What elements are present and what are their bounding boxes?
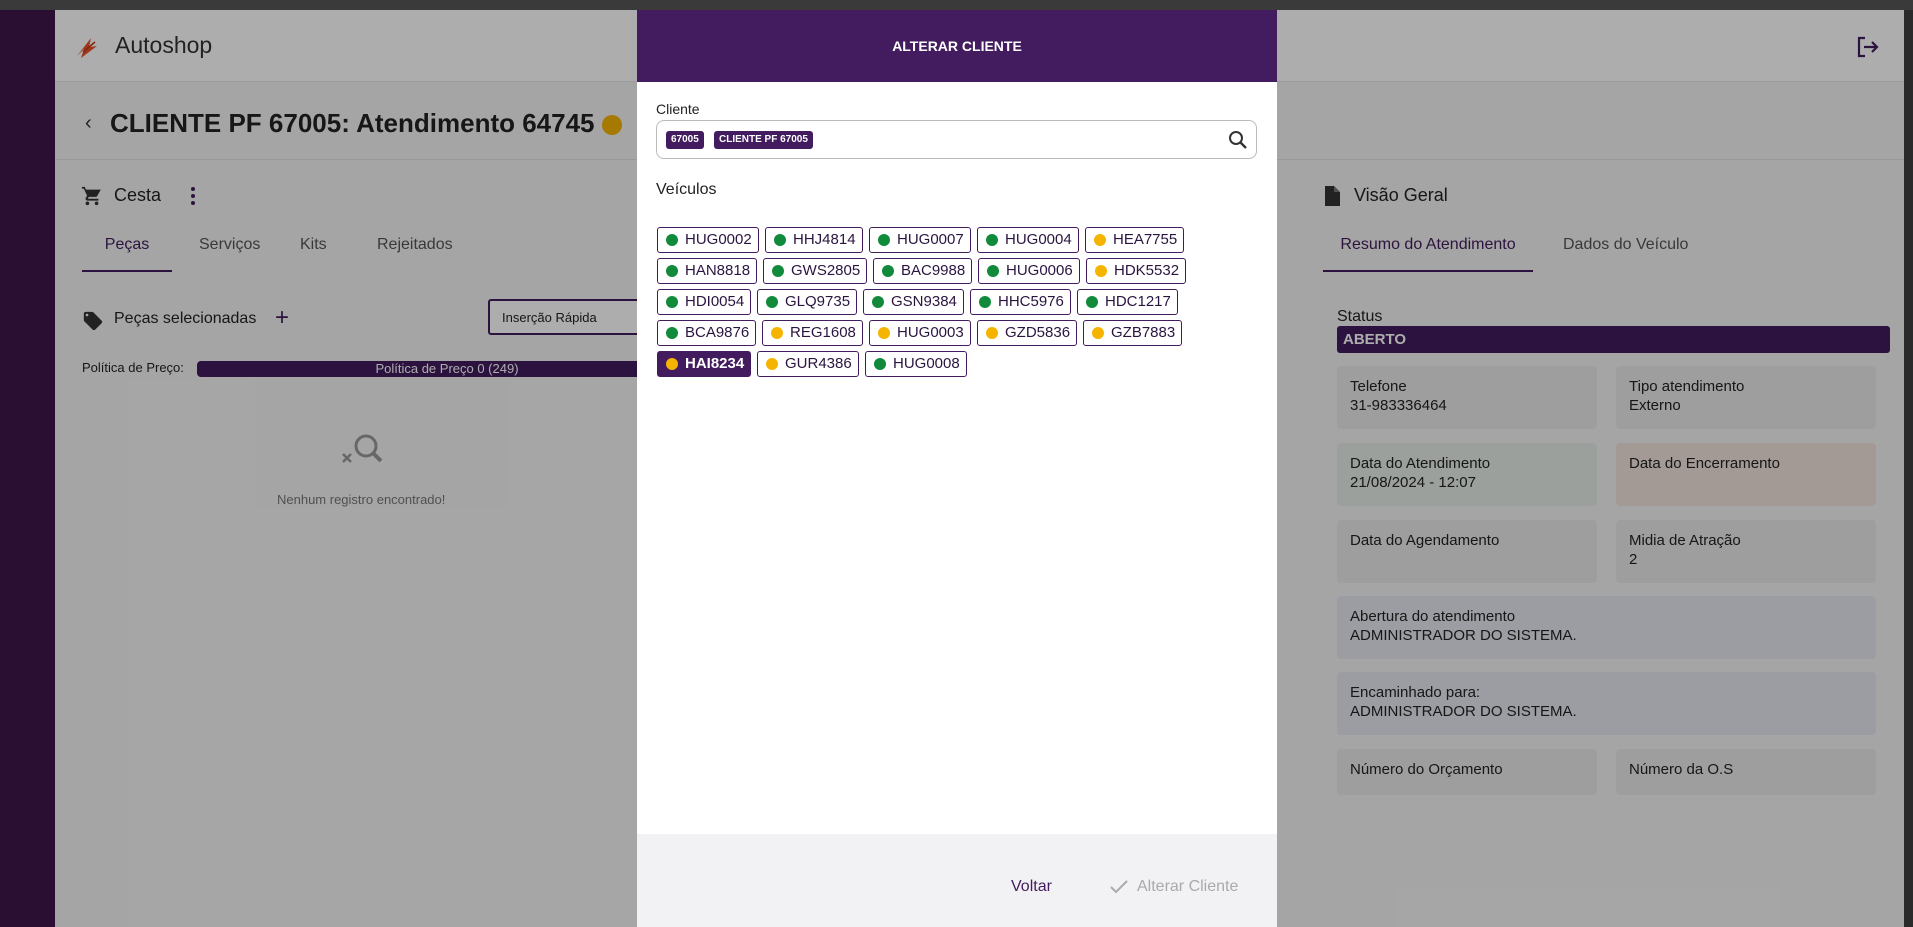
vehicle-status-dot — [666, 358, 678, 370]
vehicle-plate: HDI0054 — [685, 293, 745, 310]
vehicle-chip-reg1608[interactable]: REG1608 — [762, 320, 863, 346]
cliente-code-chip[interactable]: 67005 — [666, 131, 704, 149]
voltar-button[interactable]: Voltar — [1011, 878, 1052, 896]
vehicle-status-dot — [874, 358, 886, 370]
vehicle-chip-bca9876[interactable]: BCA9876 — [657, 320, 757, 346]
vehicle-status-dot — [872, 296, 884, 308]
vehicle-chip-hdc1217[interactable]: HDC1217 — [1077, 289, 1178, 315]
vehicle-chip-hug0006[interactable]: HUG0006 — [978, 258, 1080, 284]
check-icon — [1110, 880, 1128, 894]
browser-top-strip — [0, 0, 1913, 10]
vehicle-chip-gzd5836[interactable]: GZD5836 — [977, 320, 1078, 346]
vehicle-status-dot — [1094, 234, 1106, 246]
vehicle-chip-glq9735[interactable]: GLQ9735 — [757, 289, 858, 315]
vehicle-chip-hdi0054[interactable]: HDI0054 — [657, 289, 752, 315]
vehicle-chip-bac9988[interactable]: BAC9988 — [873, 258, 973, 284]
vehicle-status-dot — [666, 296, 678, 308]
vehicle-chip-hea7755[interactable]: HEA7755 — [1085, 227, 1185, 253]
vehicle-status-dot — [774, 234, 786, 246]
vehicle-status-dot — [1092, 327, 1104, 339]
vehicle-plate: GWS2805 — [791, 262, 861, 279]
vehicle-plate: GUR4386 — [785, 355, 852, 372]
vehicle-status-dot — [772, 265, 784, 277]
vehicle-status-dot — [882, 265, 894, 277]
vehicle-plate: HAN8818 — [685, 262, 751, 279]
vehicle-plate: BAC9988 — [901, 262, 966, 279]
vehicle-status-dot — [666, 327, 678, 339]
vehicle-plate: HUG0008 — [893, 355, 960, 372]
vehicle-status-dot — [986, 234, 998, 246]
vehicle-chip-hug0004[interactable]: HUG0004 — [977, 227, 1079, 253]
cliente-search-field[interactable]: 67005 CLIENTE PF 67005 — [656, 120, 1257, 159]
right-gutter — [1904, 10, 1913, 927]
vehicle-plate: HDC1217 — [1105, 293, 1171, 310]
vehicle-chip-hug0003[interactable]: HUG0003 — [869, 320, 971, 346]
vehicle-chip-gzb7883[interactable]: GZB7883 — [1083, 320, 1183, 346]
vehicle-status-dot — [878, 234, 890, 246]
vehicle-plate: HUG0007 — [897, 231, 964, 248]
vehicle-plate: HHJ4814 — [793, 231, 856, 248]
vehicle-status-dot — [766, 296, 778, 308]
vehicle-chip-gsn9384[interactable]: GSN9384 — [863, 289, 964, 315]
vehicle-chip-hhc5976[interactable]: HHC5976 — [970, 289, 1071, 315]
vehicle-status-dot — [766, 358, 778, 370]
search-icon[interactable] — [1227, 129, 1249, 151]
cliente-label: Cliente — [656, 101, 700, 117]
vehicle-status-dot — [979, 296, 991, 308]
vehicle-plate: HEA7755 — [1113, 231, 1178, 248]
vehicle-plate: HUG0006 — [1006, 262, 1073, 279]
vehicle-plate: GSN9384 — [891, 293, 957, 310]
alterar-cliente-label: Alterar Cliente — [1137, 878, 1239, 895]
app-sidebar — [0, 10, 55, 927]
vehicle-plate: HUG0003 — [897, 324, 964, 341]
alterar-cliente-modal: ALTERAR CLIENTE Cliente 67005 CLIENTE PF… — [637, 10, 1277, 927]
vehicle-plate: BCA9876 — [685, 324, 750, 341]
vehicle-plate: GZD5836 — [1005, 324, 1071, 341]
vehicle-plate: HUG0004 — [1005, 231, 1072, 248]
vehicle-plate: GLQ9735 — [785, 293, 851, 310]
vehicle-status-dot — [987, 265, 999, 277]
vehicle-chip-gws2805[interactable]: GWS2805 — [763, 258, 868, 284]
vehicle-status-dot — [1095, 265, 1107, 277]
vehicle-plate: REG1608 — [790, 324, 856, 341]
vehicle-status-dot — [666, 234, 678, 246]
modal-title: ALTERAR CLIENTE — [637, 10, 1277, 82]
vehicle-chip-hhj4814[interactable]: HHJ4814 — [765, 227, 863, 253]
vehicle-chip-hug0002[interactable]: HUG0002 — [657, 227, 759, 253]
vehicle-status-dot — [666, 265, 678, 277]
vehicle-plate: HAI8234 — [685, 355, 745, 372]
modal-footer: Voltar Alterar Cliente — [637, 834, 1277, 927]
vehicle-plate: HDK5532 — [1114, 262, 1180, 279]
vehicle-chip-hai8234[interactable]: HAI8234 — [657, 351, 752, 377]
vehicle-plate: HHC5976 — [998, 293, 1064, 310]
alterar-cliente-button[interactable]: Alterar Cliente — [1109, 878, 1238, 896]
vehicle-chip-gur4386[interactable]: GUR4386 — [757, 351, 859, 377]
vehicle-chip-hug0007[interactable]: HUG0007 — [869, 227, 971, 253]
veiculos-label: Veículos — [656, 181, 717, 198]
vehicle-status-dot — [878, 327, 890, 339]
vehicle-chip-hug0008[interactable]: HUG0008 — [865, 351, 967, 377]
vehicle-chip-han8818[interactable]: HAN8818 — [657, 258, 758, 284]
vehicle-plate: HUG0002 — [685, 231, 752, 248]
vehicle-plate: GZB7883 — [1111, 324, 1176, 341]
vehicle-status-dot — [1086, 296, 1098, 308]
vehicle-chip-hdk5532[interactable]: HDK5532 — [1086, 258, 1187, 284]
vehicle-status-dot — [771, 327, 783, 339]
vehicle-status-dot — [986, 327, 998, 339]
cliente-name-chip[interactable]: CLIENTE PF 67005 — [714, 131, 813, 149]
